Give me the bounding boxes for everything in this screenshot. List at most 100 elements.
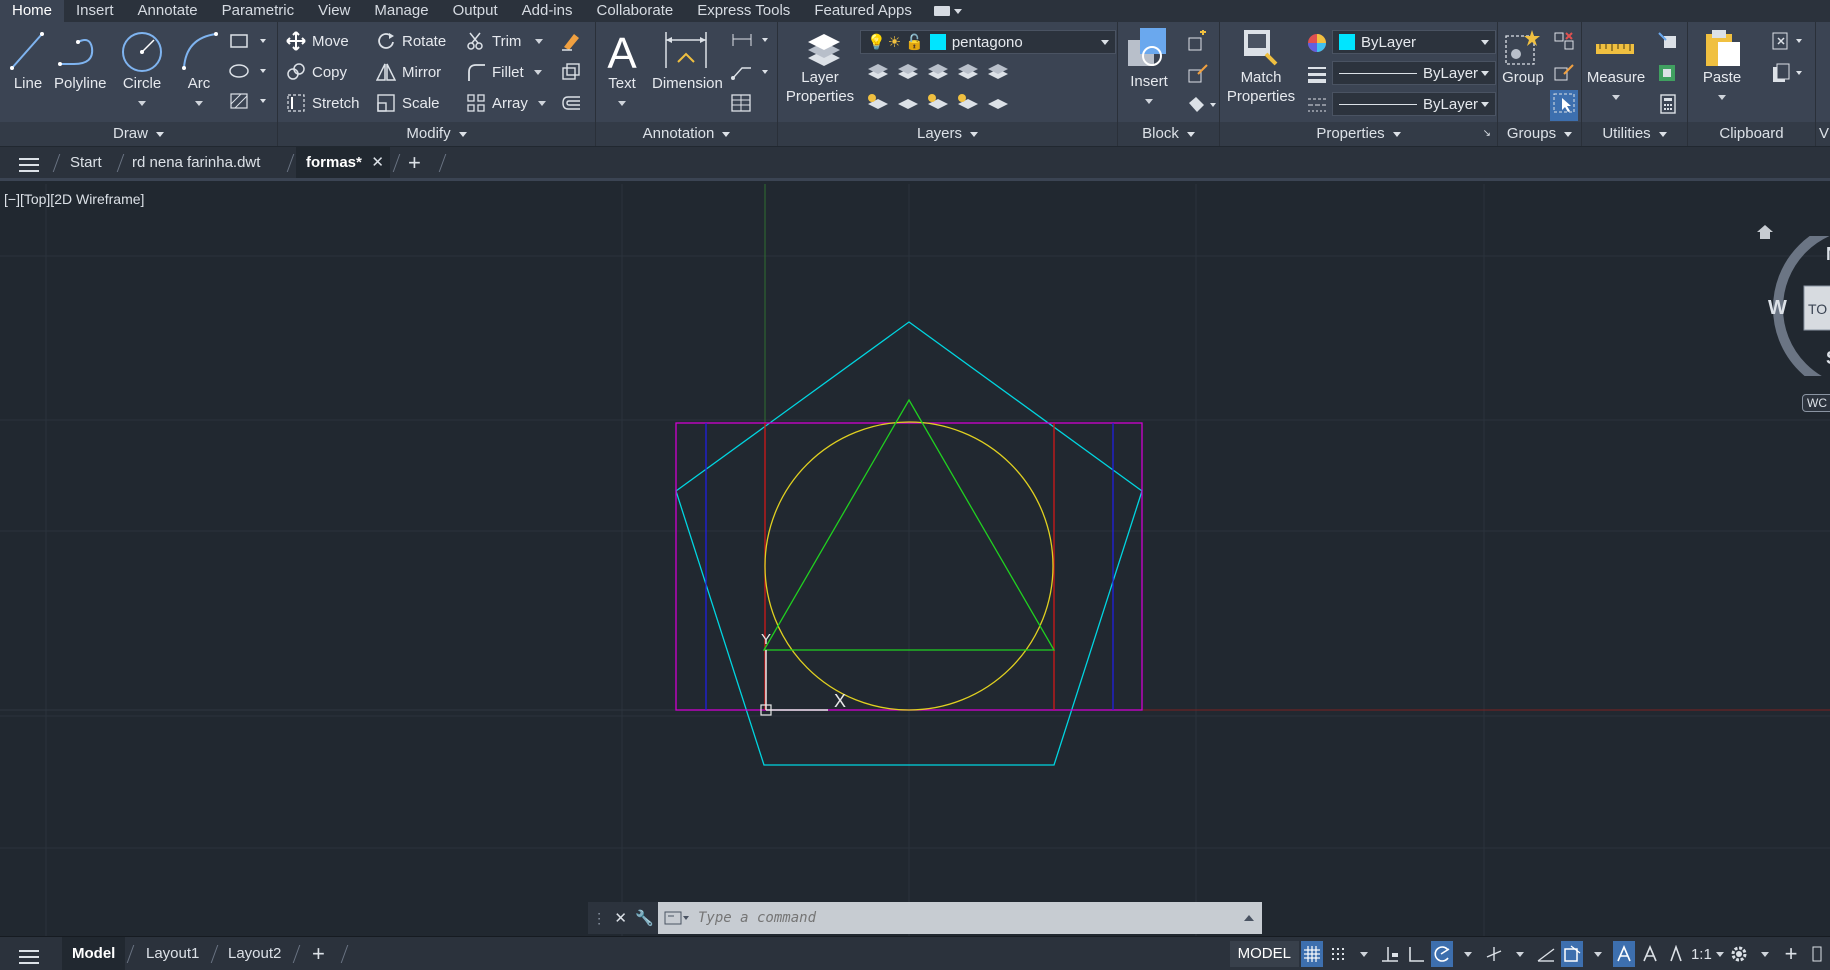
- explode-button[interactable]: [560, 62, 582, 87]
- tab-manage[interactable]: Manage: [362, 0, 440, 22]
- block-panel-title[interactable]: Block: [1118, 122, 1219, 146]
- tab-layout1[interactable]: Layout1: [146, 937, 199, 970]
- offset-button[interactable]: [560, 93, 582, 118]
- ortho-toggle[interactable]: [1405, 941, 1427, 967]
- tab-add-ins[interactable]: Add-ins: [510, 0, 585, 22]
- fillet-button[interactable]: Fillet: [466, 62, 542, 82]
- copy-button[interactable]: Copy: [286, 62, 347, 82]
- linear-dim-button[interactable]: [730, 30, 770, 55]
- grip-handle-icon[interactable]: ⋮: [592, 910, 606, 927]
- group-edit-button[interactable]: [1552, 62, 1576, 89]
- group-button[interactable]: Group: [1500, 28, 1546, 87]
- wcs-menu[interactable]: WC: [1802, 394, 1830, 412]
- new-layout-button[interactable]: +: [312, 937, 325, 970]
- tab-annotate[interactable]: Annotate: [126, 0, 210, 22]
- tab-home[interactable]: Home: [0, 0, 65, 22]
- table-button[interactable]: [730, 93, 752, 118]
- group-selection-toggle[interactable]: [1550, 90, 1578, 121]
- quick-select-button[interactable]: [1656, 62, 1680, 89]
- annotation-scale-dropdown[interactable]: 1:1: [1691, 941, 1724, 967]
- calculator-button[interactable]: [1656, 93, 1680, 120]
- text-button[interactable]: A Text: [602, 28, 642, 110]
- array-button[interactable]: Array: [466, 93, 546, 113]
- object-snap-tracking-toggle[interactable]: [1535, 941, 1557, 967]
- tab-express-tools[interactable]: Express Tools: [685, 0, 802, 22]
- snap-menu[interactable]: [1353, 941, 1375, 967]
- polyline-button[interactable]: Polyline: [54, 28, 107, 93]
- layer-dropdown[interactable]: 💡 ☀ 🔓 pentagono: [860, 30, 1116, 54]
- object-snap-toggle[interactable]: [1560, 941, 1583, 967]
- layer-properties-button[interactable]: Layer Properties: [784, 28, 856, 106]
- leader-button[interactable]: [730, 62, 770, 87]
- dimension-button[interactable]: Dimension: [652, 28, 723, 93]
- circle-button[interactable]: Circle: [116, 28, 168, 110]
- clipboard-panel-title[interactable]: Clipboard: [1688, 122, 1815, 146]
- block-attributes-button[interactable]: [1186, 93, 1218, 120]
- linetype-dropdown[interactable]: ByLayer: [1332, 61, 1496, 85]
- layout-menu-button[interactable]: [18, 945, 40, 964]
- ellipse-tool-button[interactable]: [228, 62, 268, 85]
- tab-view[interactable]: View: [306, 0, 362, 22]
- move-button[interactable]: Move: [286, 31, 349, 51]
- annotation-monitor-toggle[interactable]: +: [1780, 941, 1802, 967]
- utilities-panel-title[interactable]: Utilities: [1582, 122, 1687, 146]
- rotate-button[interactable]: Rotate: [376, 31, 446, 51]
- tab-file-template[interactable]: rd nena farinha.dwt: [132, 147, 260, 178]
- dialog-launcher-icon[interactable]: ↘: [1483, 122, 1491, 146]
- insert-button[interactable]: Insert: [1122, 26, 1176, 108]
- create-block-button[interactable]: [1186, 29, 1210, 57]
- paste-button[interactable]: Paste: [1694, 28, 1750, 104]
- id-point-button[interactable]: [1656, 30, 1680, 57]
- chevron-up-icon[interactable]: [1244, 915, 1254, 921]
- layers-panel-title[interactable]: Layers: [778, 122, 1117, 146]
- viewcube[interactable]: TO W N S: [1766, 236, 1830, 376]
- mirror-button[interactable]: Mirror: [376, 62, 441, 82]
- properties-panel-title[interactable]: Properties ↘: [1220, 122, 1497, 146]
- isodraft-toggle[interactable]: [1483, 941, 1505, 967]
- scale-button[interactable]: Scale: [376, 93, 440, 113]
- infer-constraints-toggle[interactable]: [1379, 941, 1401, 967]
- auto-scale-toggle[interactable]: [1639, 941, 1661, 967]
- rectangle-tool-button[interactable]: [228, 32, 268, 55]
- tab-model[interactable]: Model: [62, 937, 126, 970]
- command-history-button[interactable]: [664, 910, 690, 926]
- tab-collaborate[interactable]: Collaborate: [584, 0, 685, 22]
- tab-output[interactable]: Output: [441, 0, 510, 22]
- erase-button[interactable]: [560, 30, 582, 57]
- view-panel-title[interactable]: V: [1816, 122, 1830, 146]
- new-tab-button[interactable]: +: [408, 147, 421, 178]
- viewport-controls[interactable]: [−][Top][2D Wireframe]: [4, 191, 144, 207]
- polar-toggle[interactable]: [1430, 941, 1453, 967]
- wrench-icon[interactable]: 🔧: [635, 909, 654, 927]
- customization-button[interactable]: [1806, 941, 1828, 967]
- hatch-tool-button[interactable]: [228, 92, 268, 115]
- lineweight-dropdown[interactable]: ByLayer: [1332, 92, 1496, 116]
- command-input[interactable]: [698, 910, 1218, 926]
- workspace-settings[interactable]: [1728, 941, 1750, 967]
- drawing-canvas[interactable]: Y X [−][Top][2D Wireframe] TO W N S WC ⋮: [0, 184, 1830, 936]
- copy-clip-button[interactable]: [1770, 62, 1810, 89]
- polar-menu[interactable]: [1457, 941, 1479, 967]
- isodraft-menu[interactable]: [1509, 941, 1531, 967]
- ungroup-button[interactable]: [1552, 30, 1576, 57]
- grid-toggle[interactable]: [1300, 941, 1323, 967]
- annotation-panel-title[interactable]: Annotation: [596, 122, 777, 146]
- color-dropdown[interactable]: ByLayer: [1332, 30, 1496, 54]
- measure-button[interactable]: Measure: [1586, 28, 1646, 104]
- edit-block-button[interactable]: [1186, 62, 1210, 89]
- modify-panel-title[interactable]: Modify: [278, 122, 595, 146]
- model-space-button[interactable]: MODEL: [1229, 941, 1299, 967]
- tab-layout2[interactable]: Layout2: [228, 937, 281, 970]
- arc-button[interactable]: Arc: [176, 28, 222, 110]
- application-menu-button[interactable]: [18, 154, 40, 172]
- tab-start[interactable]: Start: [70, 147, 102, 178]
- close-icon[interactable]: ✕: [614, 909, 627, 927]
- tab-featured-apps[interactable]: Featured Apps: [802, 0, 924, 22]
- cut-button[interactable]: [1770, 30, 1810, 57]
- groups-panel-title[interactable]: Groups: [1498, 122, 1581, 146]
- object-snap-menu[interactable]: [1587, 941, 1609, 967]
- match-properties-button[interactable]: Match Properties: [1222, 28, 1300, 106]
- close-icon[interactable]: ✕: [371, 147, 384, 178]
- ribbon-display-toggle[interactable]: [924, 0, 972, 22]
- annotation-scale-toggle[interactable]: [1665, 941, 1687, 967]
